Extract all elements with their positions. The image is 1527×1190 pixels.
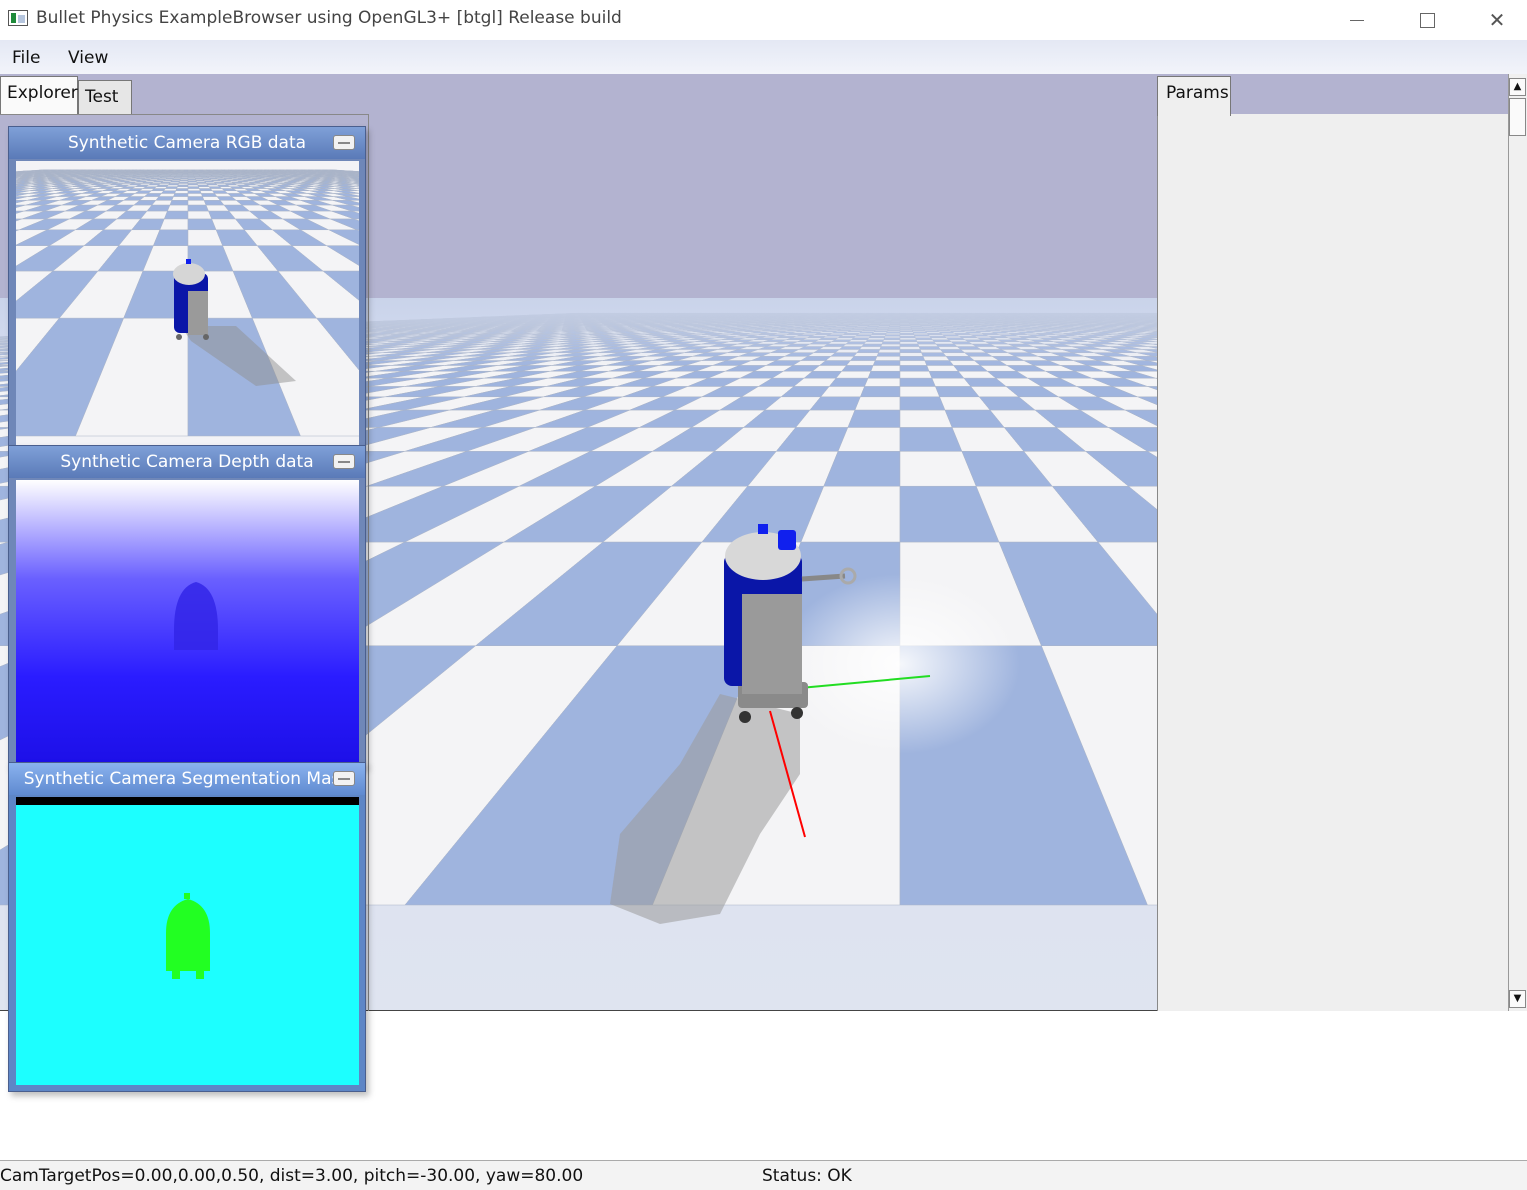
camera-depth-minimize-button[interactable] (333, 454, 355, 469)
tab-explorer[interactable]: Explorer (0, 76, 78, 114)
title-bar: Bullet Physics ExampleBrowser using Open… (0, 0, 1527, 40)
arrow-up-icon: ▲ (1513, 81, 1522, 92)
menu-file[interactable]: File (12, 48, 40, 68)
camera-segmentation-minimize-button[interactable] (333, 771, 355, 786)
params-scrollbar[interactable] (1508, 74, 1527, 1011)
arrow-down-icon: ▼ (1513, 993, 1522, 1004)
status-text: Status: OK (762, 1166, 852, 1186)
scroll-thumb[interactable] (1509, 98, 1526, 136)
tab-params[interactable]: Params (1157, 76, 1231, 116)
maximize-icon (1419, 12, 1435, 28)
maximize-button[interactable] (1392, 0, 1462, 40)
segmentation-robot (166, 899, 210, 979)
tab-test[interactable]: Test (78, 80, 132, 114)
close-button[interactable]: ✕ (1462, 0, 1527, 40)
app-icon (8, 10, 28, 26)
camera-segmentation-title[interactable]: Synthetic Camera Segmentation Mask (9, 763, 365, 795)
camera-rgb-window[interactable]: Synthetic Camera RGB data (8, 126, 366, 448)
scroll-up-button[interactable]: ▲ (1509, 78, 1526, 96)
camera-depth-image (16, 480, 359, 762)
window-title: Bullet Physics ExampleBrowser using Open… (36, 8, 622, 28)
params-panel (1157, 114, 1508, 1011)
camera-depth-window[interactable]: Synthetic Camera Depth data (8, 445, 366, 767)
camera-segmentation-image (16, 797, 359, 1085)
camera-rgb-minimize-button[interactable] (333, 135, 355, 150)
close-icon: ✕ (1488, 8, 1506, 32)
minimize-button[interactable] (1322, 0, 1392, 40)
light-highlight (780, 574, 1020, 754)
status-bar: CamTargetPos=0.00,0.00,0.50, dist=3.00, … (0, 1160, 1527, 1190)
camera-status-text: CamTargetPos=0.00,0.00,0.50, dist=3.00, … (0, 1166, 584, 1186)
scroll-down-button[interactable]: ▼ (1509, 990, 1526, 1008)
menu-bar: File View (0, 40, 1527, 74)
camera-rgb-title[interactable]: Synthetic Camera RGB data (9, 127, 365, 159)
camera-segmentation-window[interactable]: Synthetic Camera Segmentation Mask (8, 762, 366, 1092)
minimize-icon (1350, 19, 1364, 21)
camera-depth-title[interactable]: Synthetic Camera Depth data (9, 446, 365, 478)
camera-rgb-image (16, 161, 359, 445)
menu-view[interactable]: View (68, 48, 108, 68)
